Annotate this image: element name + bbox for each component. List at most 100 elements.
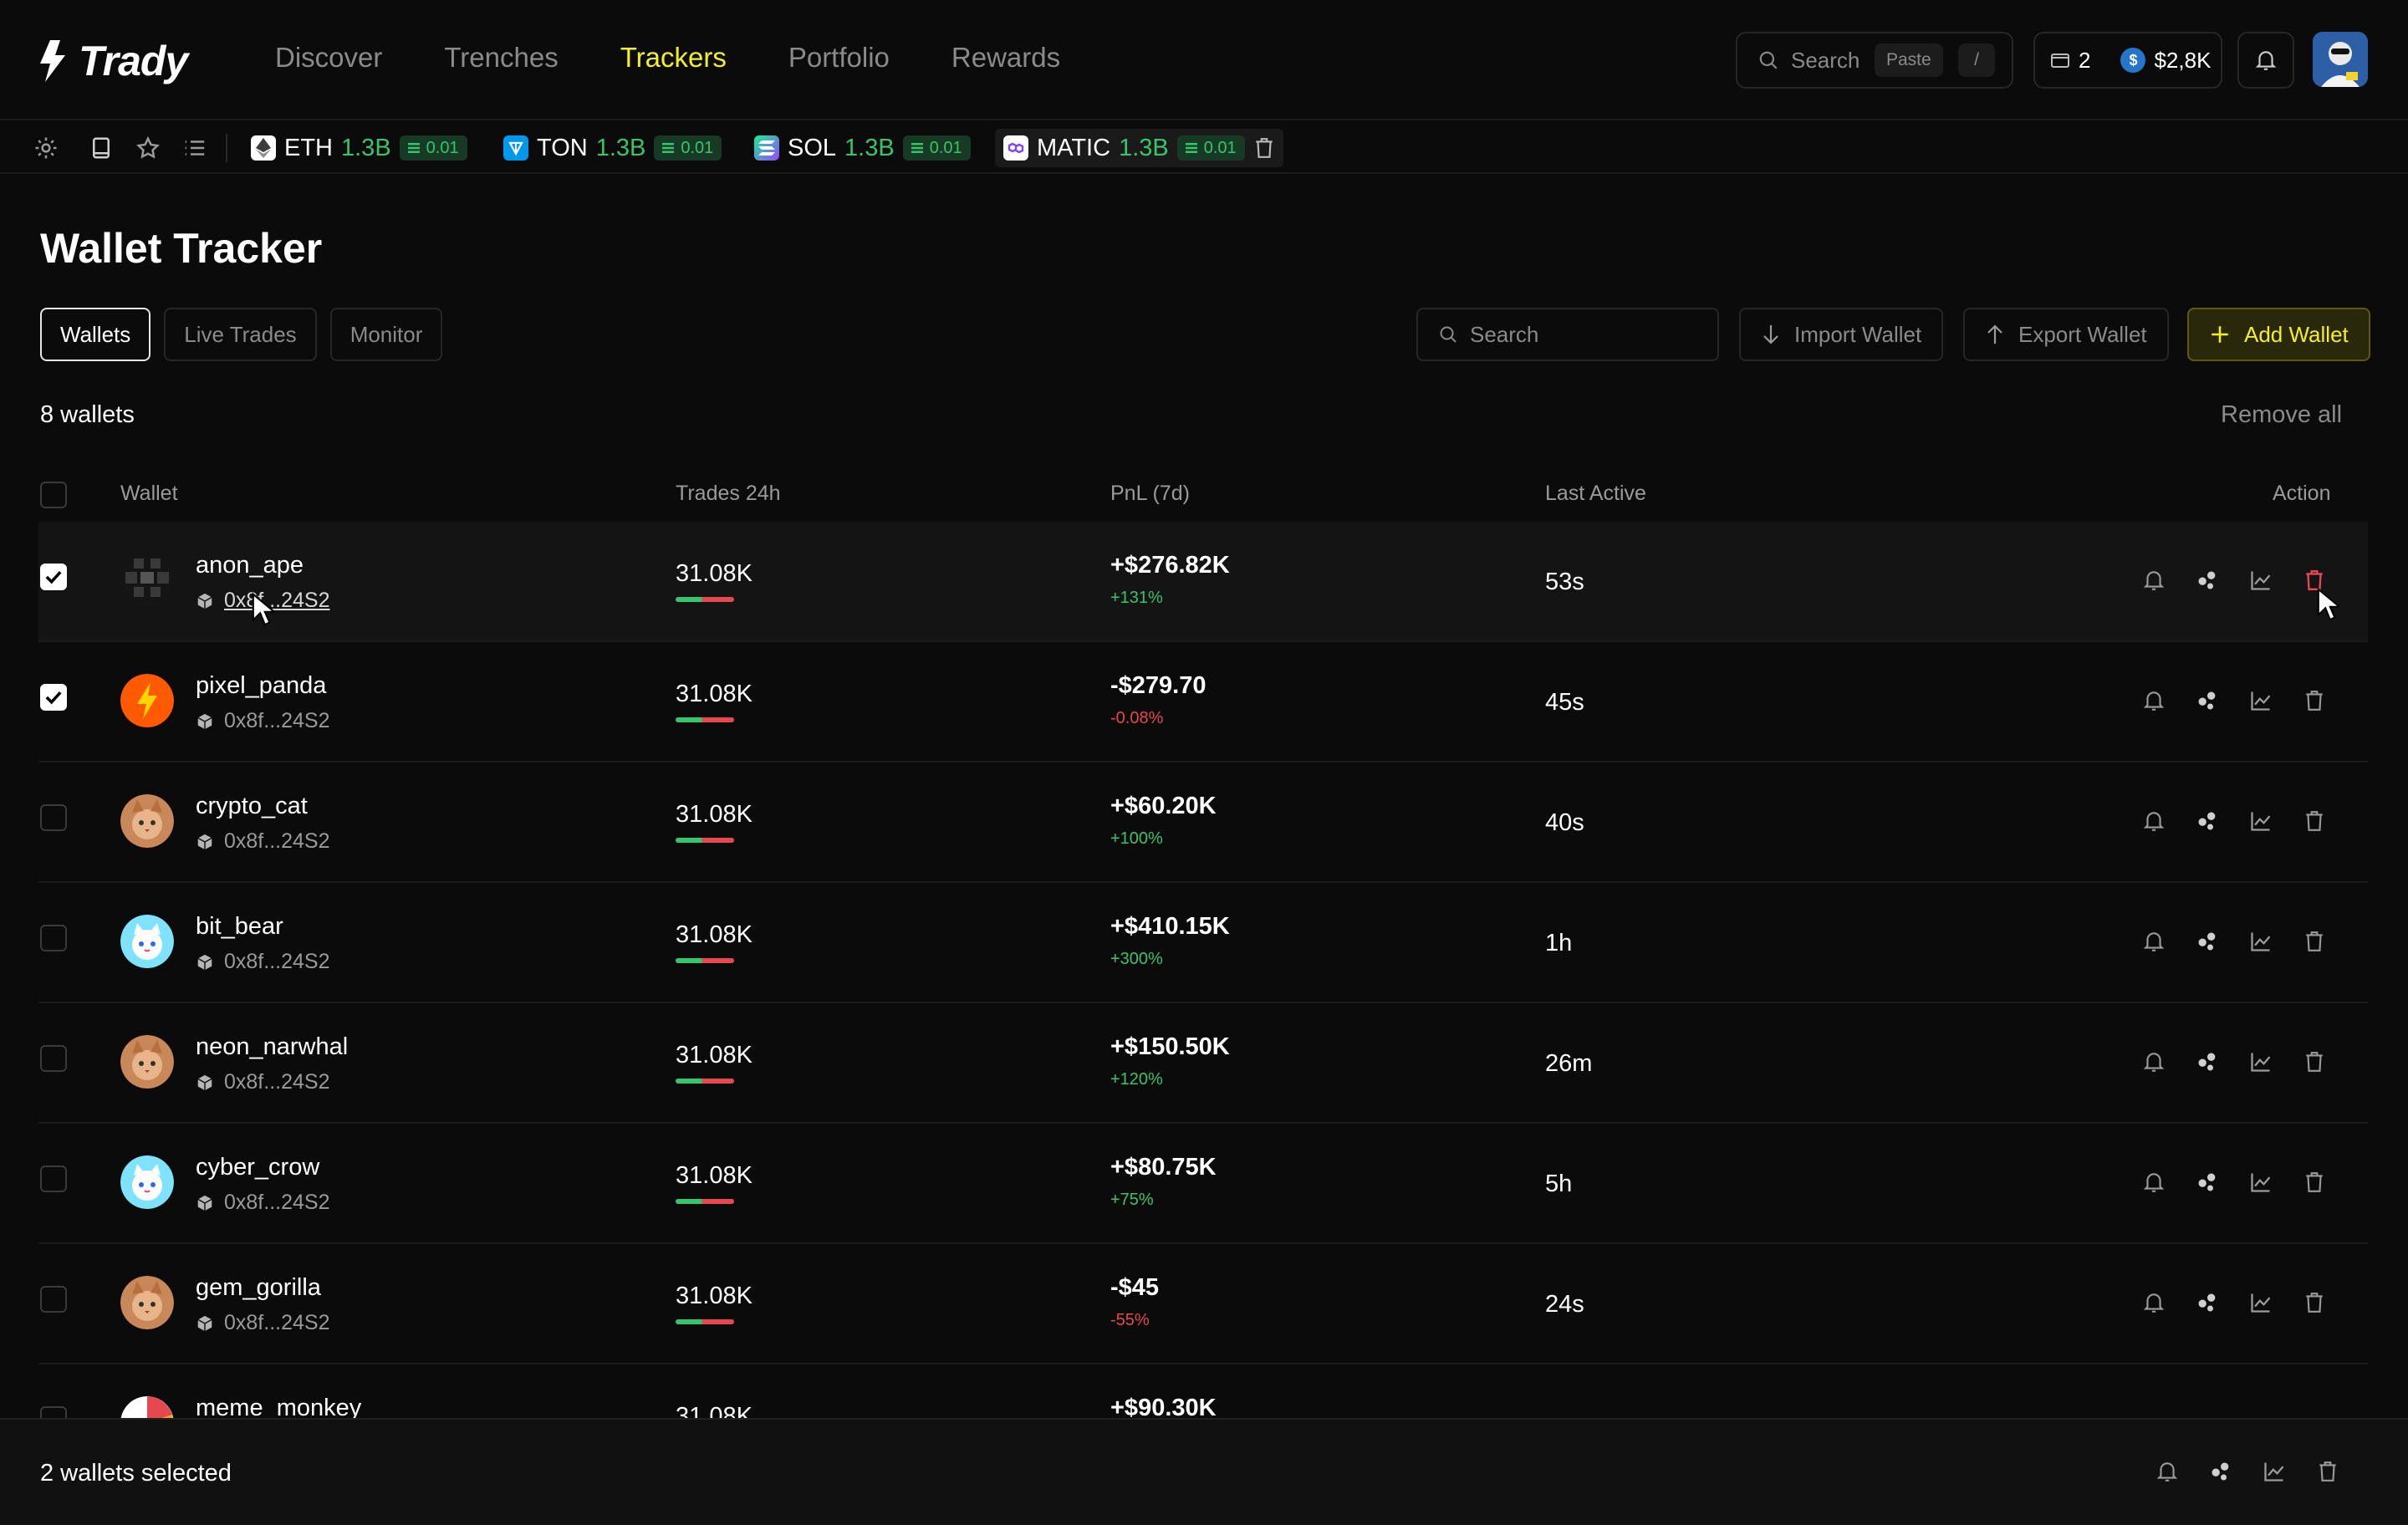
wallet-address[interactable]: 0x8f...24S2 <box>196 1191 329 1215</box>
ticker-item-eth[interactable]: ETH 1.3B 0.01 <box>242 129 476 167</box>
nav-discover[interactable]: Discover <box>275 42 382 74</box>
last-active-value: 40s <box>1545 809 1584 836</box>
delete-trash-icon[interactable] <box>2301 1169 2328 1196</box>
nav-trenches[interactable]: Trenches <box>444 42 558 74</box>
share-nodes-icon[interactable] <box>2194 567 2221 594</box>
remove-ticker-trash-icon[interactable] <box>1253 136 1275 160</box>
user-avatar[interactable] <box>2313 32 2368 87</box>
notifications-button[interactable] <box>2237 32 2294 89</box>
balance-cell[interactable]: $ $2,8K <box>2105 33 2226 87</box>
table-row[interactable]: neon_narwhal 0x8f...24S2 31.08K +$150.50… <box>38 1003 2368 1124</box>
alert-bell-icon[interactable] <box>2140 1169 2167 1196</box>
row-checkbox[interactable] <box>40 564 67 590</box>
row-actions <box>2140 928 2328 955</box>
delete-trash-icon[interactable] <box>2301 1048 2328 1075</box>
share-nodes-icon[interactable] <box>2194 1048 2221 1075</box>
nav-rewards[interactable]: Rewards <box>951 42 1060 74</box>
bulk-chart-line-icon[interactable] <box>2261 1458 2288 1485</box>
share-nodes-icon[interactable] <box>2194 1169 2221 1196</box>
row-actions <box>2140 808 2328 834</box>
wallet-count-cell[interactable]: 2 <box>2035 33 2105 87</box>
cube-icon <box>197 1195 212 1211</box>
select-all-checkbox[interactable] <box>40 482 67 508</box>
chart-line-icon[interactable] <box>2247 1169 2274 1196</box>
wallet-balance-box[interactable]: 2 $ $2,8K <box>2033 32 2222 89</box>
wallet-address[interactable]: 0x8f...24S2 <box>196 829 329 854</box>
wallet-address[interactable]: 0x8f...24S2 <box>196 709 329 733</box>
paste-button[interactable]: Paste <box>1875 43 1943 77</box>
wallet-address[interactable]: 0x8f...24S2 <box>196 950 329 974</box>
nav-trackers[interactable]: Trackers <box>620 42 727 74</box>
global-search-input[interactable]: Search Paste / <box>1736 32 2013 89</box>
wallet-address[interactable]: 0x8f...24S2 <box>196 1070 329 1094</box>
alert-bell-icon[interactable] <box>2140 567 2167 594</box>
star-icon[interactable] <box>135 135 161 161</box>
tab-monitor[interactable]: Monitor <box>329 308 443 361</box>
row-checkbox[interactable] <box>40 684 67 711</box>
wallet-address-text[interactable]: 0x8f...24S2 <box>224 1070 329 1094</box>
table-row[interactable]: bit_bear 0x8f...24S2 31.08K +$410.15K +3… <box>38 883 2368 1003</box>
add-wallet-button[interactable]: Add Wallet <box>2187 308 2370 361</box>
nav-portfolio[interactable]: Portfolio <box>788 42 890 74</box>
row-checkbox[interactable] <box>40 804 67 831</box>
app-logo[interactable]: Trady <box>38 37 188 85</box>
table-row[interactable]: anon_ape 0x8f...24S2 31.08K +$276.82K +1… <box>38 522 2368 642</box>
tab-live-trades[interactable]: Live Trades <box>164 308 317 361</box>
list-icon[interactable] <box>182 135 207 161</box>
delete-trash-icon[interactable] <box>2301 928 2328 955</box>
chart-line-icon[interactable] <box>2247 928 2274 955</box>
wallet-address-text[interactable]: 0x8f...24S2 <box>224 589 329 613</box>
row-checkbox[interactable] <box>40 925 67 951</box>
export-wallet-button[interactable]: Export Wallet <box>1963 308 2169 361</box>
last-active-value: 53s <box>1545 569 1584 595</box>
share-nodes-icon[interactable] <box>2194 687 2221 714</box>
alert-bell-icon[interactable] <box>2140 687 2167 714</box>
wallet-address-text[interactable]: 0x8f...24S2 <box>224 950 329 974</box>
ticker-item-sol[interactable]: SOL 1.3B 0.01 <box>746 129 979 167</box>
wallet-address-text[interactable]: 0x8f...24S2 <box>224 709 329 733</box>
row-checkbox[interactable] <box>40 1165 67 1192</box>
bulk-delete-trash-icon[interactable] <box>2314 1458 2341 1485</box>
chart-line-icon[interactable] <box>2247 1289 2274 1316</box>
wallet-address[interactable]: 0x8f...24S2 <box>196 1311 329 1335</box>
delete-trash-icon[interactable] <box>2301 808 2328 834</box>
column-header-last-active: Last Active <box>1545 482 1646 505</box>
remove-all-link[interactable]: Remove all <box>2221 401 2342 429</box>
bulk-share-nodes-icon[interactable] <box>2207 1458 2234 1485</box>
wallet-address-text[interactable]: 0x8f...24S2 <box>224 1311 329 1335</box>
share-nodes-icon[interactable] <box>2194 1289 2221 1316</box>
column-header-pnl: PnL (7d) <box>1110 482 1190 505</box>
alert-bell-icon[interactable] <box>2140 1289 2167 1316</box>
alert-bell-icon[interactable] <box>2140 928 2167 955</box>
chart-line-icon[interactable] <box>2247 567 2274 594</box>
ticker-item-ton[interactable]: TON 1.3B 0.01 <box>495 129 730 167</box>
trades-24h-value: 31.08K <box>676 1162 752 1189</box>
alert-bell-icon[interactable] <box>2140 808 2167 834</box>
bulk-alert-bell-icon[interactable] <box>2154 1458 2181 1485</box>
wallet-address-text[interactable]: 0x8f...24S2 <box>224 829 329 854</box>
tablet-icon[interactable] <box>89 135 114 161</box>
wallet-address-text[interactable]: 0x8f...24S2 <box>224 1191 329 1215</box>
wallet-name: gem_gorilla <box>196 1274 321 1301</box>
delete-trash-icon[interactable] <box>2301 1289 2328 1316</box>
share-nodes-icon[interactable] <box>2194 808 2221 834</box>
ticker-item-matic[interactable]: MATIC 1.3B 0.01 <box>995 129 1283 167</box>
cube-icon <box>197 593 212 609</box>
alert-bell-icon[interactable] <box>2140 1048 2167 1075</box>
wallet-search-input[interactable]: Search <box>1416 308 1719 361</box>
row-checkbox[interactable] <box>40 1045 67 1072</box>
table-row[interactable]: crypto_cat 0x8f...24S2 31.08K +$60.20K +… <box>38 762 2368 883</box>
import-wallet-button[interactable]: Import Wallet <box>1739 308 1944 361</box>
tab-wallets[interactable]: Wallets <box>40 308 151 361</box>
share-nodes-icon[interactable] <box>2194 928 2221 955</box>
table-row[interactable]: gem_gorilla 0x8f...24S2 31.08K -$45 -55%… <box>38 1244 2368 1364</box>
divider <box>226 134 227 162</box>
table-row[interactable]: pixel_panda 0x8f...24S2 31.08K -$279.70 … <box>38 642 2368 762</box>
chart-line-icon[interactable] <box>2247 687 2274 714</box>
chart-line-icon[interactable] <box>2247 1048 2274 1075</box>
delete-trash-icon[interactable] <box>2301 687 2328 714</box>
chart-line-icon[interactable] <box>2247 808 2274 834</box>
table-row[interactable]: cyber_crow 0x8f...24S2 31.08K +$80.75K +… <box>38 1124 2368 1244</box>
settings-icon[interactable] <box>33 135 59 161</box>
row-checkbox[interactable] <box>40 1286 67 1313</box>
